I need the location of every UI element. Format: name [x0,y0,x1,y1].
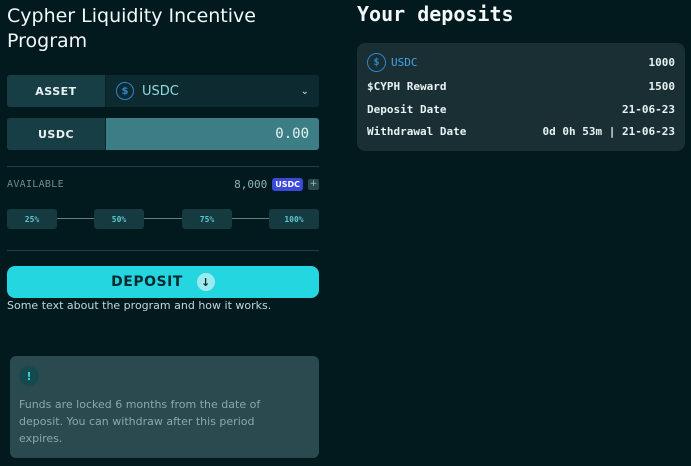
available-balance: 8,000 USDC + [234,178,319,191]
lock-info-box: ! Funds are locked 6 months from the dat… [10,356,319,458]
card-reward-row: $CYPH Reward 1500 [367,78,675,94]
percent-track-line [27,218,299,219]
deposits-title: Your deposits [357,2,514,26]
program-description: Some text about the program and how it w… [7,299,272,312]
available-label: AVAILABLE [7,179,64,190]
available-amount: 8,000 [234,178,268,191]
deposit-button-label: DEPOSIT [111,274,183,290]
info-icon: ! [19,366,39,386]
program-title: Cypher Liquidity Incentive Program [7,5,256,52]
card-deposit-date-row: Deposit Date 21-06-23 [367,101,675,117]
card-deposit-date-label: Deposit Date [367,102,447,116]
deposit-button[interactable]: DEPOSIT ↓ [7,266,319,298]
asset-select[interactable]: $ USDC ⌄ [106,75,319,107]
percent-100-button[interactable]: 100% [269,209,319,229]
divider [7,166,319,167]
page: Cypher Liquidity Incentive Program ASSET… [0,0,691,466]
arrow-down-icon: ↓ [196,273,215,291]
amount-input[interactable] [106,118,319,150]
card-reward-value: 1500 [648,79,676,93]
asset-row: ASSET $ USDC ⌄ [7,75,319,107]
card-reward-label: $CYPH Reward [367,79,447,93]
card-asset-name: USDC [391,55,418,69]
add-funds-button[interactable]: + [308,179,319,190]
percent-50-button[interactable]: 50% [94,209,144,229]
card-asset: $ USDC [367,52,418,72]
card-deposit-date-value: 21-06-23 [622,102,675,116]
available-unit-badge: USDC [272,178,303,191]
asset-select-value: USDC [142,83,179,99]
divider [7,250,319,251]
card-withdrawal-date-row: Withdrawal Date 0d 0h 53m | 21-06-23 [367,123,675,139]
deposit-card: $ USDC 1000 $CYPH Reward 1500 Deposit Da… [357,43,685,151]
lock-info-text: Funds are locked 6 months from the date … [19,398,261,445]
amount-row: USDC [7,118,319,150]
amount-label: USDC [7,118,106,150]
chevron-down-icon: ⌄ [300,85,309,97]
percent-25-button[interactable]: 25% [7,209,57,229]
card-asset-row: $ USDC 1000 [367,52,676,72]
usdc-coin-icon: $ [367,52,386,72]
card-withdrawal-date-value: 0d 0h 53m | 21-06-23 [542,124,675,138]
card-amount: 1000 [648,55,676,69]
usdc-coin-icon: $ [116,82,134,100]
percent-75-button[interactable]: 75% [182,209,232,229]
asset-label: ASSET [7,75,106,107]
percent-selector: 25% 50% 75% 100% [7,209,319,229]
card-withdrawal-date-label: Withdrawal Date [367,124,467,138]
